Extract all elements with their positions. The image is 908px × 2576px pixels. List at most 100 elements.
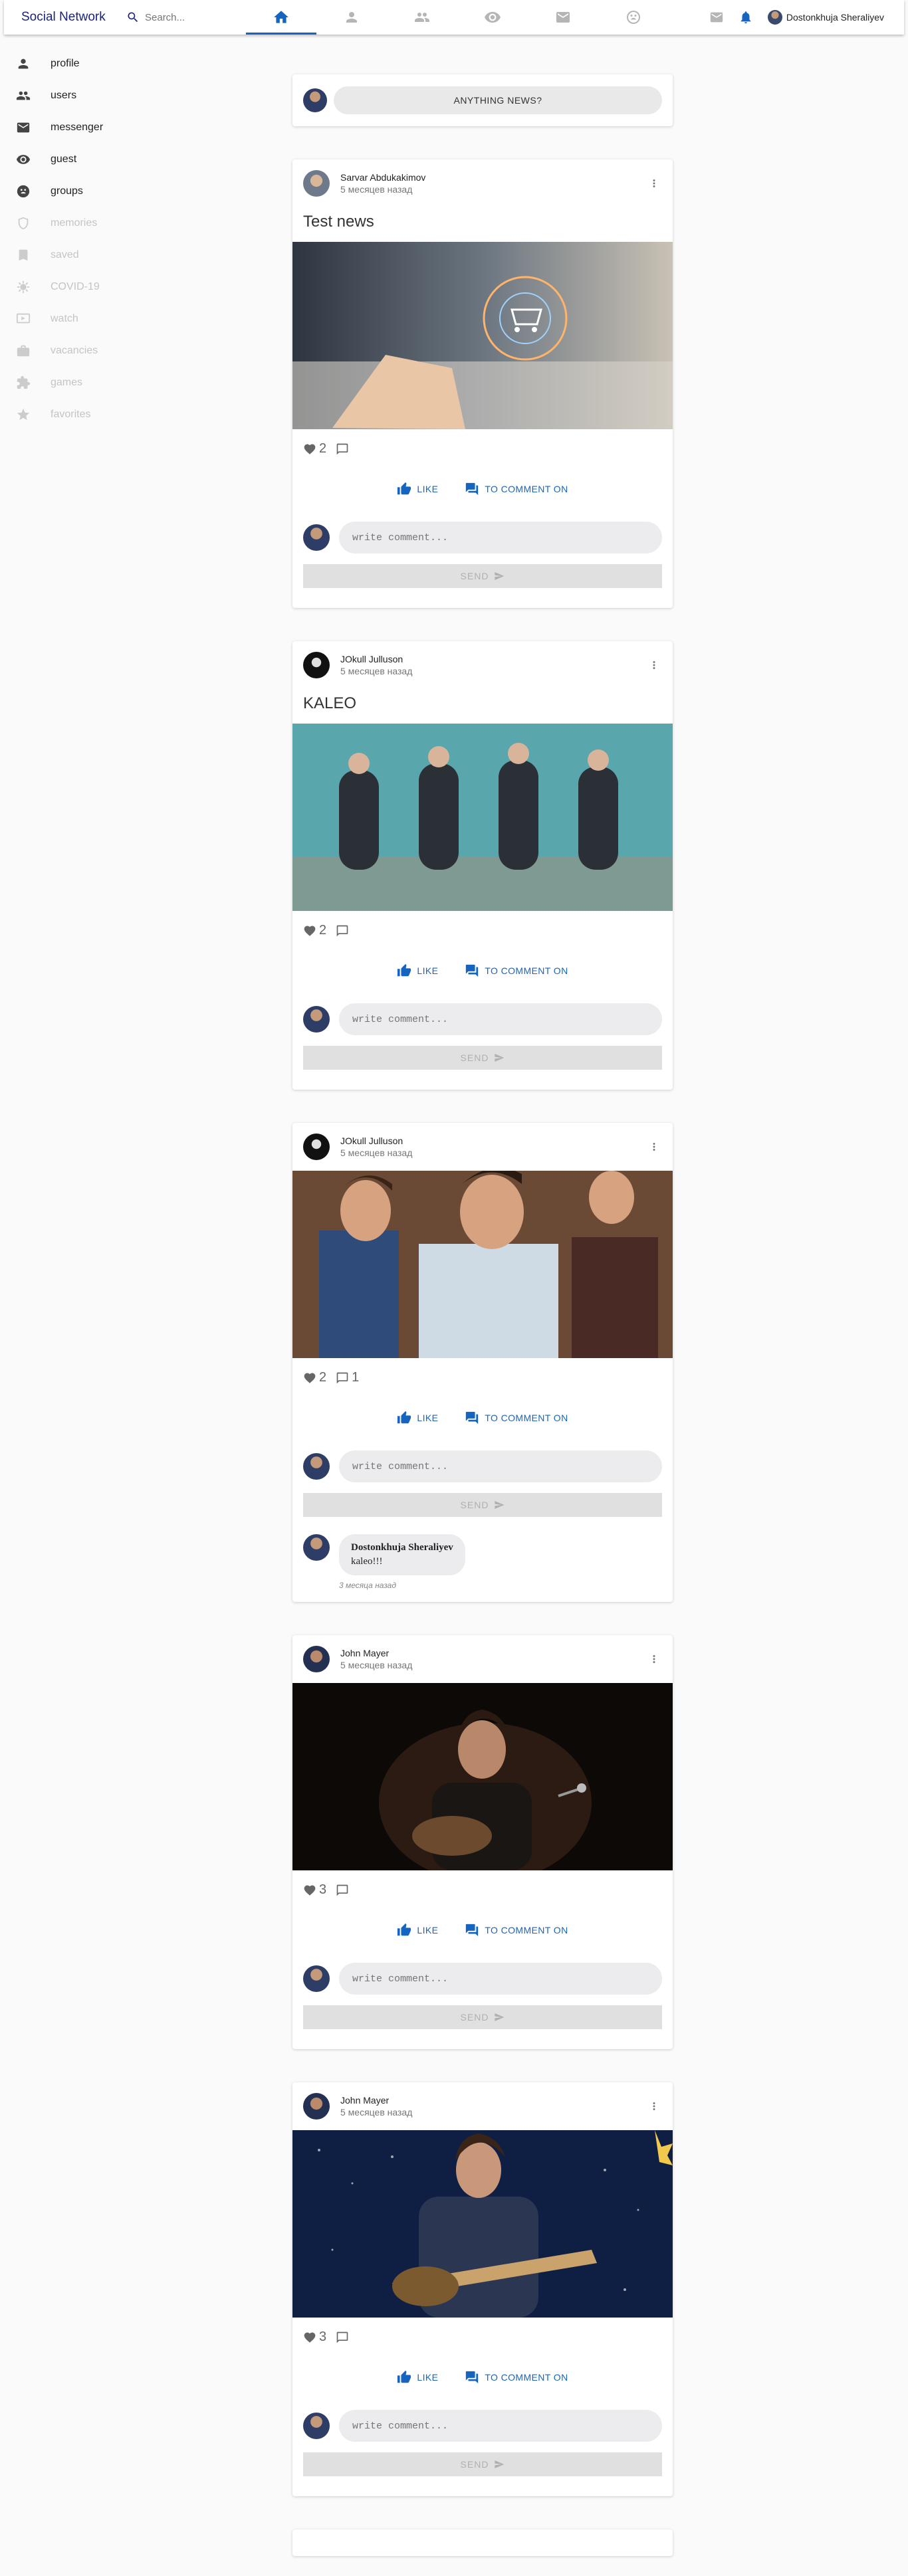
post-menu-button[interactable] [646,175,662,191]
sidebar-item-label: memories [51,217,98,229]
sidebar-item-messenger[interactable]: messenger [0,112,160,144]
avatar[interactable] [303,1534,330,1561]
post-author[interactable]: John Mayer [340,1648,635,1658]
comment-author[interactable]: Dostonkhuja Sheraliyev [351,1542,453,1553]
post-title: Test news [303,213,374,231]
post-time: 5 месяцев назад [340,184,413,195]
comment-button[interactable]: TO COMMENT ON [465,2370,568,2385]
send-button[interactable]: SEND [303,2005,662,2029]
brand-title[interactable]: Social Network [21,10,126,25]
people-icon [415,13,429,22]
like-label: LIKE [417,1413,439,1423]
post-card: Sarvar Abdukakimov 5 месяцев назад Test … [292,159,673,608]
forum-icon [466,964,479,977]
comment-button[interactable]: TO COMMENT ON [465,482,568,496]
nav-guest[interactable] [457,0,528,35]
comment-count [336,443,352,456]
mail-icon [556,12,570,23]
like-button[interactable]: LIKE [397,1923,438,1937]
comment-icon [336,443,348,454]
avatar [303,2413,330,2439]
comment-label: TO COMMENT ON [485,1925,568,1935]
like-button[interactable]: LIKE [397,2370,438,2385]
post-actions: LIKE TO COMMENT ON [292,1898,673,1951]
post-menu-button[interactable] [646,1139,662,1155]
sidebar-item-vacancies[interactable]: vacancies [0,335,160,367]
comment-input[interactable] [339,522,662,553]
forum-icon [466,1924,479,1937]
send-button[interactable]: SEND [303,564,662,588]
sidebar-item-guest[interactable]: guest [0,144,160,175]
post-author[interactable]: JOkull Julluson [340,1136,635,1146]
anything-news-button[interactable]: ANYTHING NEWS? [334,86,662,114]
sidebar-item-watch[interactable]: watch [0,303,160,335]
mail-icon [17,122,30,133]
comment-button[interactable]: TO COMMENT ON [465,963,568,978]
puzzle-icon [17,375,31,389]
send-button[interactable]: SEND [303,2452,662,2476]
nav-profile[interactable] [316,0,387,35]
like-count-value: 3 [319,2329,327,2344]
post-author[interactable]: John Mayer [340,2095,635,2106]
post-menu-button[interactable] [646,1651,662,1667]
sidebar-item-memories[interactable]: memories [0,207,160,239]
avatar [767,10,782,25]
thumb-up-icon [397,482,411,495]
post-menu-button[interactable] [646,657,662,673]
like-button[interactable]: LIKE [397,482,438,496]
nav-messenger[interactable] [528,0,598,35]
post-author[interactable]: JOkull Julluson [340,654,635,664]
user-menu[interactable]: Dostonkhuja Sheraliyev [767,10,884,25]
avatar[interactable] [303,652,330,678]
search-input[interactable] [145,11,238,23]
like-button[interactable]: LIKE [397,963,438,978]
post-image [292,2130,673,2318]
notifications-bell-icon[interactable] [738,10,753,25]
comment-input[interactable] [339,2410,662,2442]
comment-input[interactable] [339,1963,662,1995]
sidebar-item-label: COVID-19 [51,281,100,292]
avatar[interactable] [303,1646,330,1672]
comment-button[interactable]: TO COMMENT ON [465,1411,568,1425]
avatar[interactable] [303,1134,330,1160]
nav-home[interactable] [246,0,316,35]
sidebar-item-saved[interactable]: saved [0,239,160,271]
heart-icon [304,2331,316,2343]
like-label: LIKE [417,484,439,494]
comment-input[interactable] [339,1003,662,1035]
comment-time: 3 месяца назад [339,1581,396,1590]
comment-button[interactable]: TO COMMENT ON [465,1923,568,1937]
sidebar-item-games[interactable]: games [0,367,160,399]
like-label: LIKE [417,2372,439,2383]
send-icon [495,2013,505,2021]
send-label: SEND [460,2012,489,2023]
post-stats: 3 [292,2318,673,2345]
post-card: JOkull Julluson 5 месяцев назад 2 1 LIKE… [292,1123,673,1602]
sidebar-item-favorites[interactable]: favorites [0,399,160,431]
post-header: John Mayer 5 месяцев назад [292,1635,673,1683]
avatar[interactable] [303,2093,330,2120]
sidebar-item-label: profile [51,58,80,69]
sidebar-item-users[interactable]: users [0,80,160,112]
sidebar-item-groups[interactable]: groups [0,175,160,207]
sidebar-item-covid-19[interactable]: COVID-19 [0,271,160,303]
avatar[interactable] [303,170,330,197]
send-label: SEND [460,1500,489,1510]
send-button[interactable]: SEND [303,1046,662,1070]
post-menu-button[interactable] [646,2098,662,2114]
comment-count [336,1884,352,1897]
comment-count-value: 1 [352,1370,360,1385]
send-button[interactable]: SEND [303,1493,662,1517]
like-label: LIKE [417,1925,439,1935]
send-label: SEND [460,2459,489,2470]
post-author[interactable]: Sarvar Abdukakimov [340,172,635,183]
forum-icon [466,1411,479,1425]
nav-groups[interactable] [598,0,669,35]
mail-icon[interactable] [709,10,724,25]
comment-input[interactable] [339,1450,662,1482]
nav-users[interactable] [387,0,457,35]
like-button[interactable]: LIKE [397,1411,438,1425]
post-header: Sarvar Abdukakimov 5 месяцев назад [292,159,673,207]
sidebar-item-profile[interactable]: profile [0,48,160,80]
avatar [303,1453,330,1480]
